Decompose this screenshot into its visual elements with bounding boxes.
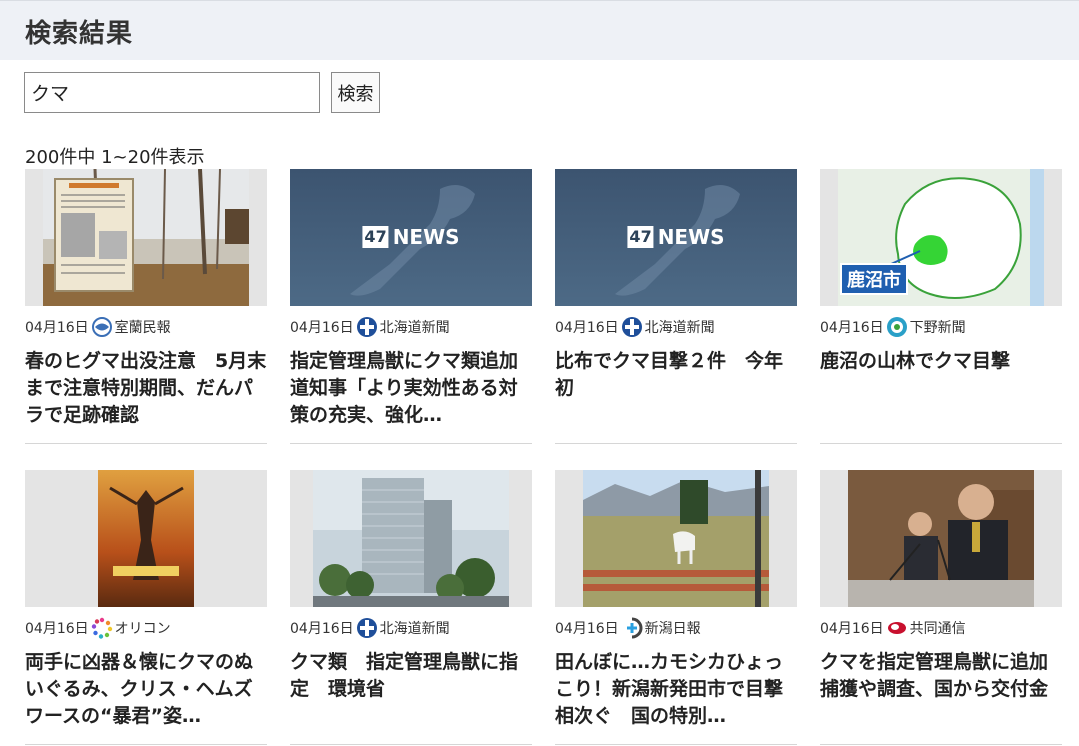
- article-card[interactable]: 04月16日 北海道新聞 クマ類 指定管理鳥獣に指定 環境省: [290, 470, 532, 745]
- shimotsuke-shimbun-logo-icon: [886, 316, 908, 338]
- article-thumbnail[interactable]: [290, 470, 532, 607]
- card-divider: [555, 443, 797, 444]
- card-divider: [555, 744, 797, 745]
- article-source: 北海道新聞: [644, 320, 715, 336]
- article-headline[interactable]: クマ類 指定管理鳥獣に指定 環境省: [290, 649, 532, 731]
- oricon-logo-icon: [91, 617, 113, 639]
- search-button[interactable]: 検索: [331, 72, 380, 113]
- article-thumbnail[interactable]: [25, 470, 267, 607]
- article-card[interactable]: 04月16日 共同通信 クマを指定管理鳥獣に追加 捕獲や調査、国から交付金: [820, 470, 1062, 745]
- article-source: 下野新聞: [909, 320, 966, 336]
- page-header: 検索結果: [0, 0, 1079, 60]
- article-source: 新潟日報: [644, 621, 701, 637]
- card-divider: [820, 744, 1062, 745]
- search-input[interactable]: [24, 72, 320, 113]
- 47news-badge: 47: [627, 226, 654, 248]
- map-label: 鹿沼市: [840, 263, 908, 295]
- article-card[interactable]: 47 NEWS 04月16日 北海道新聞 指定管理鳥獣にクマ類追加 道知事「より…: [290, 169, 532, 444]
- niigata-nippo-logo-icon: [621, 617, 643, 639]
- 47news-logo: 47 NEWS: [627, 225, 725, 249]
- serow-in-field-image: [583, 470, 769, 607]
- article-headline[interactable]: 田んぼに…カモシカひょっこり！新潟新発田市で目撃相次ぐ 国の特別…: [555, 649, 797, 731]
- article-date: 04月16日: [25, 621, 89, 637]
- card-divider: [25, 443, 267, 444]
- press-conference-image: [848, 470, 1034, 607]
- article-source: 北海道新聞: [379, 320, 450, 336]
- article-source: 北海道新聞: [379, 621, 450, 637]
- article-thumbnail[interactable]: 47 NEWS: [555, 169, 797, 306]
- card-divider: [820, 443, 1062, 444]
- article-headline[interactable]: 鹿沼の山林でクマ目撃: [820, 348, 1062, 430]
- article-date: 04月16日: [25, 320, 89, 336]
- article-date: 04月16日: [290, 320, 354, 336]
- article-headline[interactable]: 指定管理鳥獣にクマ類追加 道知事「より実効性ある対策の充実、強化…: [290, 348, 532, 430]
- kyodo-news-logo-icon: [886, 617, 908, 639]
- article-meta: 04月16日 北海道新聞: [290, 617, 532, 639]
- article-source: 共同通信: [909, 621, 966, 637]
- card-divider: [290, 744, 532, 745]
- article-meta: 04月16日 室蘭民報: [25, 316, 267, 338]
- article-thumbnail[interactable]: 鹿沼市: [820, 169, 1062, 306]
- 47news-badge: 47: [362, 226, 389, 248]
- article-date: 04月16日: [555, 621, 619, 637]
- article-meta: 04月16日 北海道新聞: [290, 316, 532, 338]
- result-count: 200件中 1~20件表示: [25, 147, 205, 168]
- article-date: 04月16日: [555, 320, 619, 336]
- hokkaido-shimbun-logo-icon: [621, 316, 643, 338]
- 47news-word: NEWS: [657, 225, 725, 249]
- government-building-image: [313, 470, 509, 607]
- article-thumbnail[interactable]: 47 NEWS: [290, 169, 532, 306]
- card-divider: [25, 744, 267, 745]
- article-headline[interactable]: 春のヒグマ出没注意 5月末まで注意特別期間、だんパラで足跡確認: [25, 348, 267, 430]
- article-meta: 04月16日 共同通信: [820, 617, 1062, 639]
- article-date: 04月16日: [820, 621, 884, 637]
- article-card[interactable]: 04月16日 新潟日報 田んぼに…カモシカひょっこり！新潟新発田市で目撃相次ぐ …: [555, 470, 797, 745]
- article-headline[interactable]: 両手に凶器＆懐にクマのぬいぐるみ、クリス・ヘムズワースの“暴君”姿…: [25, 649, 267, 731]
- hokkaido-shimbun-logo-icon: [356, 316, 378, 338]
- article-thumbnail[interactable]: [555, 470, 797, 607]
- muroran-minpo-logo-icon: [91, 316, 113, 338]
- card-divider: [290, 443, 532, 444]
- article-card[interactable]: 04月16日 オリコン 両手に凶器＆懐にクマのぬいぐるみ、クリス・ヘムズワースの…: [25, 470, 267, 745]
- hokkaido-shimbun-logo-icon: [356, 617, 378, 639]
- 47news-logo: 47 NEWS: [362, 225, 460, 249]
- article-headline[interactable]: クマを指定管理鳥獣に追加 捕獲や調査、国から交付金: [820, 649, 1062, 731]
- sign-in-forest-image: [43, 169, 249, 306]
- article-meta: 04月16日 新潟日報: [555, 617, 797, 639]
- article-thumbnail[interactable]: [25, 169, 267, 306]
- movie-poster-image: [98, 470, 194, 607]
- article-card[interactable]: 47 NEWS 04月16日 北海道新聞 比布でクマ目撃２件 今年初: [555, 169, 797, 444]
- article-meta: 04月16日 北海道新聞: [555, 316, 797, 338]
- article-source: 室蘭民報: [114, 320, 171, 336]
- article-date: 04月16日: [290, 621, 354, 637]
- article-meta: 04月16日 オリコン: [25, 617, 267, 639]
- article-date: 04月16日: [820, 320, 884, 336]
- article-thumbnail[interactable]: [820, 470, 1062, 607]
- article-card[interactable]: 04月16日 室蘭民報 春のヒグマ出没注意 5月末まで注意特別期間、だんパラで足…: [25, 169, 267, 444]
- page-title: 検索結果: [25, 19, 134, 49]
- article-card[interactable]: 鹿沼市 04月16日 下野新聞 鹿沼の山林でクマ目撃: [820, 169, 1062, 444]
- 47news-word: NEWS: [392, 225, 460, 249]
- article-source: オリコン: [114, 621, 171, 637]
- article-headline[interactable]: 比布でクマ目撃２件 今年初: [555, 348, 797, 430]
- article-meta: 04月16日 下野新聞: [820, 316, 1062, 338]
